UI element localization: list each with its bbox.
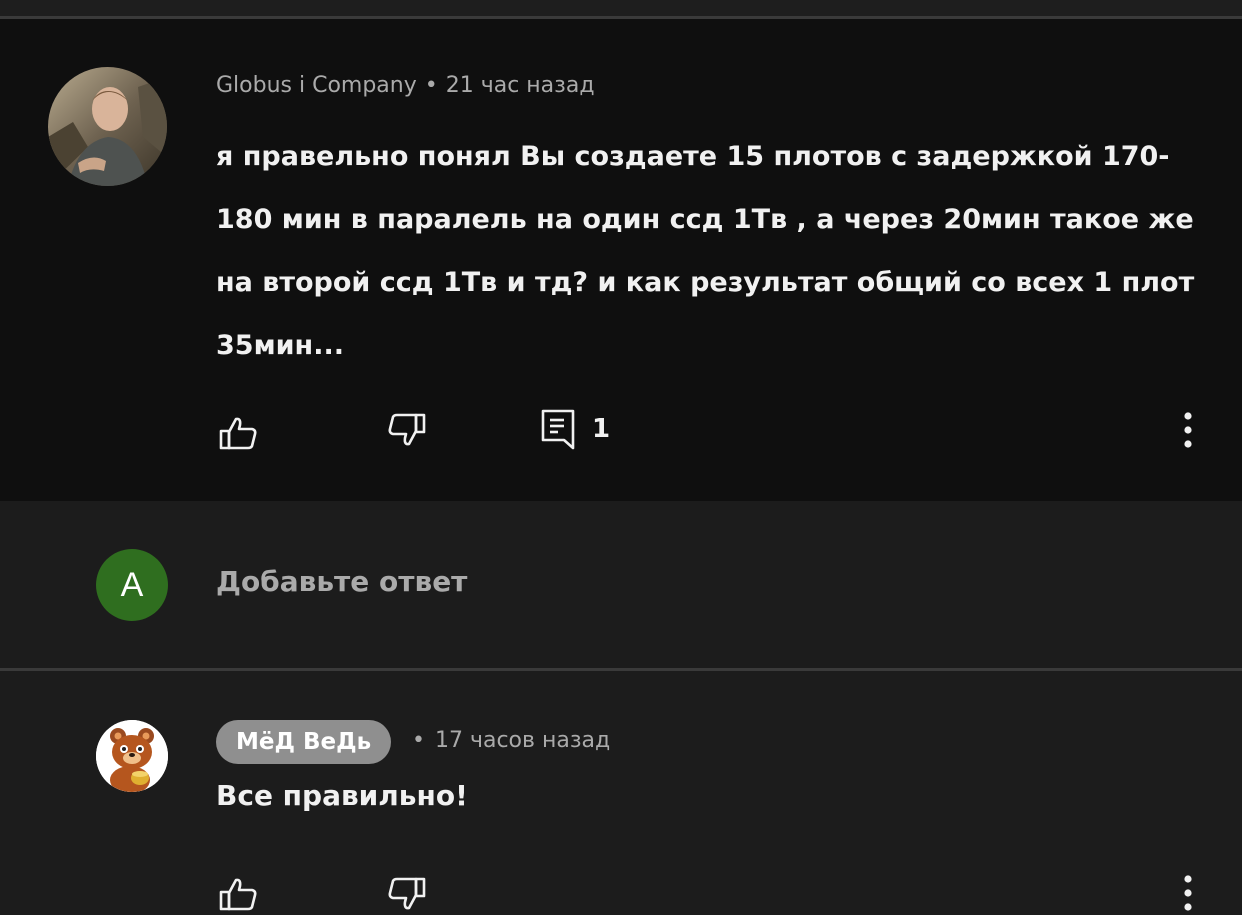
like-button[interactable]: [218, 415, 258, 451]
thumb-down-icon: [388, 877, 426, 910]
dislike-button[interactable]: [387, 412, 427, 448]
reply-comment: МёД ВеДь • 17 часов назад Все правильно!: [0, 671, 1242, 915]
thumb-up-icon: [219, 878, 257, 911]
reply-like-button[interactable]: [218, 876, 258, 912]
thumb-down-icon: [388, 413, 426, 446]
more-vert-icon: [1184, 412, 1192, 448]
reply-input[interactable]: Добавьте ответ: [216, 565, 1116, 598]
comment-time[interactable]: 21 час назад: [446, 73, 595, 98]
reply-meta: • 17 часов назад: [412, 728, 610, 753]
top-bar: [0, 0, 1242, 16]
add-reply-row: A Добавьте ответ: [0, 501, 1242, 668]
comment: Globus i Company • 21 час назад я правельн…: [0, 19, 1242, 501]
reply-dislike-button[interactable]: [387, 876, 427, 912]
user-avatar: A: [96, 549, 168, 621]
more-vert-icon: [1184, 875, 1192, 911]
reply-author-avatar[interactable]: [96, 720, 168, 792]
meta-separator: •: [412, 728, 425, 753]
reply-count: 1: [592, 414, 611, 444]
comment-meta: Globus i Company • 21 час назад: [216, 73, 595, 98]
replies-button[interactable]: 1: [540, 408, 610, 450]
comment-text: я правельно понял Вы создаете 15 плотов …: [216, 141, 1195, 361]
meta-separator: •: [424, 73, 438, 98]
reply-icon: [541, 409, 575, 450]
comment-menu-button[interactable]: [1180, 411, 1196, 449]
reply-text: Все правильно!: [216, 779, 468, 812]
author-avatar[interactable]: [48, 67, 167, 186]
reply-time[interactable]: 17 часов назад: [435, 728, 610, 753]
comment-author[interactable]: Globus i Company: [216, 73, 417, 98]
reply-menu-button[interactable]: [1180, 874, 1196, 912]
thumb-up-icon: [219, 417, 257, 450]
reply-author-chip[interactable]: МёД ВеДь: [216, 720, 392, 764]
